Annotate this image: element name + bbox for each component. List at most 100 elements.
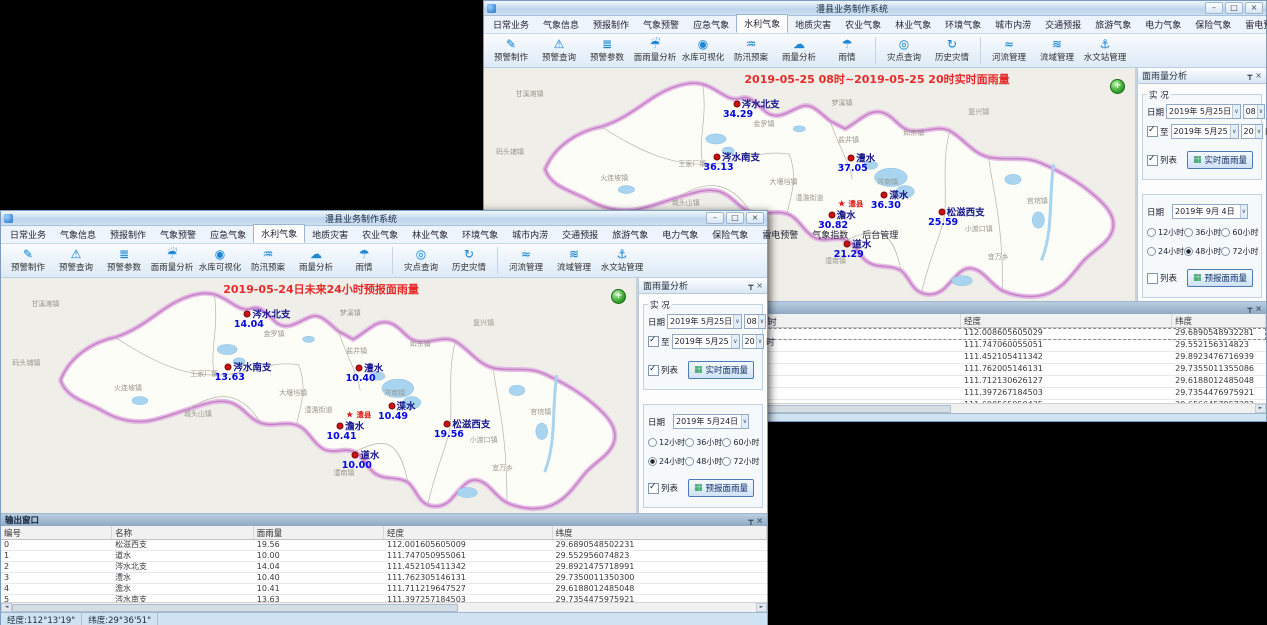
panel-close-icon[interactable]: × bbox=[1255, 304, 1262, 313]
table-row[interactable]: 1道水10.00111.74705095506129.552956074823 bbox=[1, 551, 767, 562]
radio-48小时[interactable]: 48小时 bbox=[1184, 246, 1221, 257]
toolbar-button-warning-query[interactable]: ⚠预警查询 bbox=[52, 244, 100, 277]
menu-item-保险气象[interactable]: 保险气象 bbox=[1188, 16, 1238, 33]
list-checkbox[interactable] bbox=[648, 365, 659, 376]
forecast-date-dropdown[interactable]: 2019年 9月 4日 ∨ bbox=[1172, 204, 1248, 219]
menu-item-气象信息[interactable]: 气象信息 bbox=[536, 16, 586, 33]
to-checkbox[interactable] bbox=[1147, 126, 1158, 137]
pin-icon[interactable]: ┳ bbox=[1247, 304, 1252, 313]
column-header-编号[interactable]: 编号 bbox=[1, 526, 112, 539]
radio-36小时[interactable]: 36小时 bbox=[685, 437, 722, 448]
toolbar-button-river-manage[interactable]: ≈河流管理 bbox=[985, 34, 1033, 67]
realtime-rainfall-button[interactable]: ▦ 实时面雨量 bbox=[1187, 151, 1253, 169]
menu-item-林业气象[interactable]: 林业气象 bbox=[405, 226, 455, 243]
menu-item-电力气象[interactable]: 电力气象 bbox=[655, 226, 705, 243]
toolbar-button-reservoir-view[interactable]: ◉水库可视化 bbox=[679, 34, 727, 67]
table-row[interactable]: 5涔水南支13.63111.39725718450329.73544759759… bbox=[1, 595, 767, 602]
pin-icon[interactable]: ┳ bbox=[748, 281, 753, 290]
scroll-right-icon[interactable]: ► bbox=[1255, 404, 1266, 413]
toolbar-button-rain-analysis[interactable]: ☁雨量分析 bbox=[775, 34, 823, 67]
pin-icon[interactable]: ┳ bbox=[748, 516, 753, 525]
end-hour-dropdown[interactable]: 20 ∨ bbox=[742, 334, 765, 349]
toolbar-button-warning-make[interactable]: ✎预警制作 bbox=[4, 244, 52, 277]
toolbar-button-basin-manage[interactable]: ≋流域管理 bbox=[550, 244, 598, 277]
restore-button[interactable]: □ bbox=[1225, 2, 1243, 14]
menu-item-城市内涝[interactable]: 城市内涝 bbox=[988, 16, 1038, 33]
forecast-rainfall-button[interactable]: ▦ 预报面雨量 bbox=[1187, 269, 1253, 287]
map-area[interactable]: 甘溪滩镇码头铺镇火连坡镇王家厂镇金罗镇梦溪镇复兴镇如东镇盐井镇大堰垱镇涔南镇城头… bbox=[1, 278, 638, 513]
column-header-经度[interactable]: 经度 bbox=[384, 526, 553, 539]
horizontal-scrollbar[interactable]: ◄ ► bbox=[1, 602, 767, 612]
menu-item-气象预警[interactable]: 气象预警 bbox=[153, 226, 203, 243]
forecast-rainfall-button[interactable]: ▦ 预报面雨量 bbox=[688, 479, 754, 497]
toolbar-button-warning-make[interactable]: ✎预警制作 bbox=[487, 34, 535, 67]
start-date-dropdown[interactable]: 2019年 5月25日 ∨ bbox=[667, 314, 742, 329]
scrollbar-thumb[interactable] bbox=[12, 604, 458, 612]
restore-button[interactable]: □ bbox=[726, 212, 744, 224]
toolbar-button-disaster-query[interactable]: ◎灾点查询 bbox=[397, 244, 445, 277]
table-row[interactable]: 4澹水10.41111.71121964752729.6188012485048 bbox=[1, 584, 767, 595]
menu-item-雷电预警[interactable]: 雷电预警 bbox=[755, 226, 805, 243]
menu-item-后台管理[interactable]: 后台管理 bbox=[855, 226, 905, 243]
menu-item-日常业务[interactable]: 日常业务 bbox=[3, 226, 53, 243]
menu-item-气象预警[interactable]: 气象预警 bbox=[636, 16, 686, 33]
pin-icon[interactable]: ┳ bbox=[1247, 71, 1252, 80]
radio-72小时[interactable]: 72小时 bbox=[1221, 246, 1258, 257]
menu-item-气象信息[interactable]: 气象信息 bbox=[53, 226, 103, 243]
scroll-right-icon[interactable]: ► bbox=[756, 603, 767, 612]
panel-close-icon[interactable]: × bbox=[756, 281, 763, 290]
toolbar-button-hydro-station-manage[interactable]: ⚓水文站管理 bbox=[598, 244, 646, 277]
toolbar-button-areal-rain-analysis[interactable]: ☔面雨量分析 bbox=[631, 34, 679, 67]
radio-60小时[interactable]: 60小时 bbox=[722, 437, 759, 448]
column-header-纬度[interactable]: 纬度 bbox=[1172, 314, 1266, 327]
radio-48小时[interactable]: 48小时 bbox=[685, 456, 722, 467]
end-date-dropdown[interactable]: 2019年 5月25日 ∨ bbox=[672, 334, 740, 349]
column-header-纬度[interactable]: 纬度 bbox=[553, 526, 767, 539]
radio-24小时[interactable]: 24小时 bbox=[648, 456, 685, 467]
menu-item-交通预报[interactable]: 交通预报 bbox=[555, 226, 605, 243]
menu-item-雷电预警[interactable]: 雷电预警 bbox=[1238, 16, 1267, 33]
table-row[interactable]: 2涔水北支14.04111.45210541134229.89214757189… bbox=[1, 562, 767, 573]
radio-60小时[interactable]: 60小时 bbox=[1221, 227, 1258, 238]
toolbar-button-hydro-station-manage[interactable]: ⚓水文站管理 bbox=[1081, 34, 1129, 67]
toolbar-button-areal-rain-analysis[interactable]: ☔面雨量分析 bbox=[148, 244, 196, 277]
scroll-left-icon[interactable]: ◄ bbox=[1, 603, 12, 612]
menu-item-水利气象[interactable]: 水利气象 bbox=[253, 224, 305, 243]
toolbar-button-history-disaster[interactable]: ↻历史灾情 bbox=[445, 244, 493, 277]
toolbar-button-rain-info[interactable]: ☂雨情 bbox=[823, 34, 871, 67]
menu-item-应急气象[interactable]: 应急气象 bbox=[203, 226, 253, 243]
menu-item-应急气象[interactable]: 应急气象 bbox=[686, 16, 736, 33]
menu-item-旅游气象[interactable]: 旅游气象 bbox=[605, 226, 655, 243]
radio-72小时[interactable]: 72小时 bbox=[722, 456, 759, 467]
toolbar-button-warning-params[interactable]: ≣预警参数 bbox=[100, 244, 148, 277]
end-date-dropdown[interactable]: 2019年 5月25日 ∨ bbox=[1171, 124, 1239, 139]
menu-item-预报制作[interactable]: 预报制作 bbox=[586, 16, 636, 33]
close-button[interactable]: × bbox=[746, 212, 764, 224]
start-hour-dropdown[interactable]: 08 ∨ bbox=[1243, 104, 1266, 119]
radio-12小时[interactable]: 12小时 bbox=[1147, 227, 1184, 238]
toolbar-button-rain-analysis[interactable]: ☁雨量分析 bbox=[292, 244, 340, 277]
table-row[interactable]: 0松滋西支19.56112.00160560500929.68905485022… bbox=[1, 540, 767, 551]
panel-close-icon[interactable]: × bbox=[1255, 71, 1262, 80]
minimize-button[interactable]: – bbox=[1205, 2, 1223, 14]
menu-item-保险气象[interactable]: 保险气象 bbox=[705, 226, 755, 243]
list-checkbox[interactable] bbox=[648, 483, 659, 494]
toolbar-button-reservoir-view[interactable]: ◉水库可视化 bbox=[196, 244, 244, 277]
list-checkbox[interactable] bbox=[1147, 273, 1158, 284]
to-checkbox[interactable] bbox=[648, 336, 659, 347]
start-date-dropdown[interactable]: 2019年 5月25日 ∨ bbox=[1166, 104, 1241, 119]
realtime-rainfall-button[interactable]: ▦ 实时面雨量 bbox=[688, 361, 754, 379]
menu-item-电力气象[interactable]: 电力气象 bbox=[1138, 16, 1188, 33]
column-header-经度[interactable]: 经度 bbox=[961, 314, 1172, 327]
menu-item-预报制作[interactable]: 预报制作 bbox=[103, 226, 153, 243]
toolbar-button-rain-info[interactable]: ☂雨情 bbox=[340, 244, 388, 277]
forecast-date-dropdown[interactable]: 2019年 5月24日 ∨ bbox=[673, 414, 749, 429]
toolbar-button-flood-plan[interactable]: ♒防汛预案 bbox=[727, 34, 775, 67]
panel-close-icon[interactable]: × bbox=[756, 516, 763, 525]
close-button[interactable]: × bbox=[1245, 2, 1263, 14]
radio-36小时[interactable]: 36小时 bbox=[1184, 227, 1221, 238]
menu-item-旅游气象[interactable]: 旅游气象 bbox=[1088, 16, 1138, 33]
menu-item-水利气象[interactable]: 水利气象 bbox=[736, 14, 788, 33]
map-locate-button[interactable]: + bbox=[1110, 79, 1125, 94]
menu-item-气象指数[interactable]: 气象指数 bbox=[805, 226, 855, 243]
